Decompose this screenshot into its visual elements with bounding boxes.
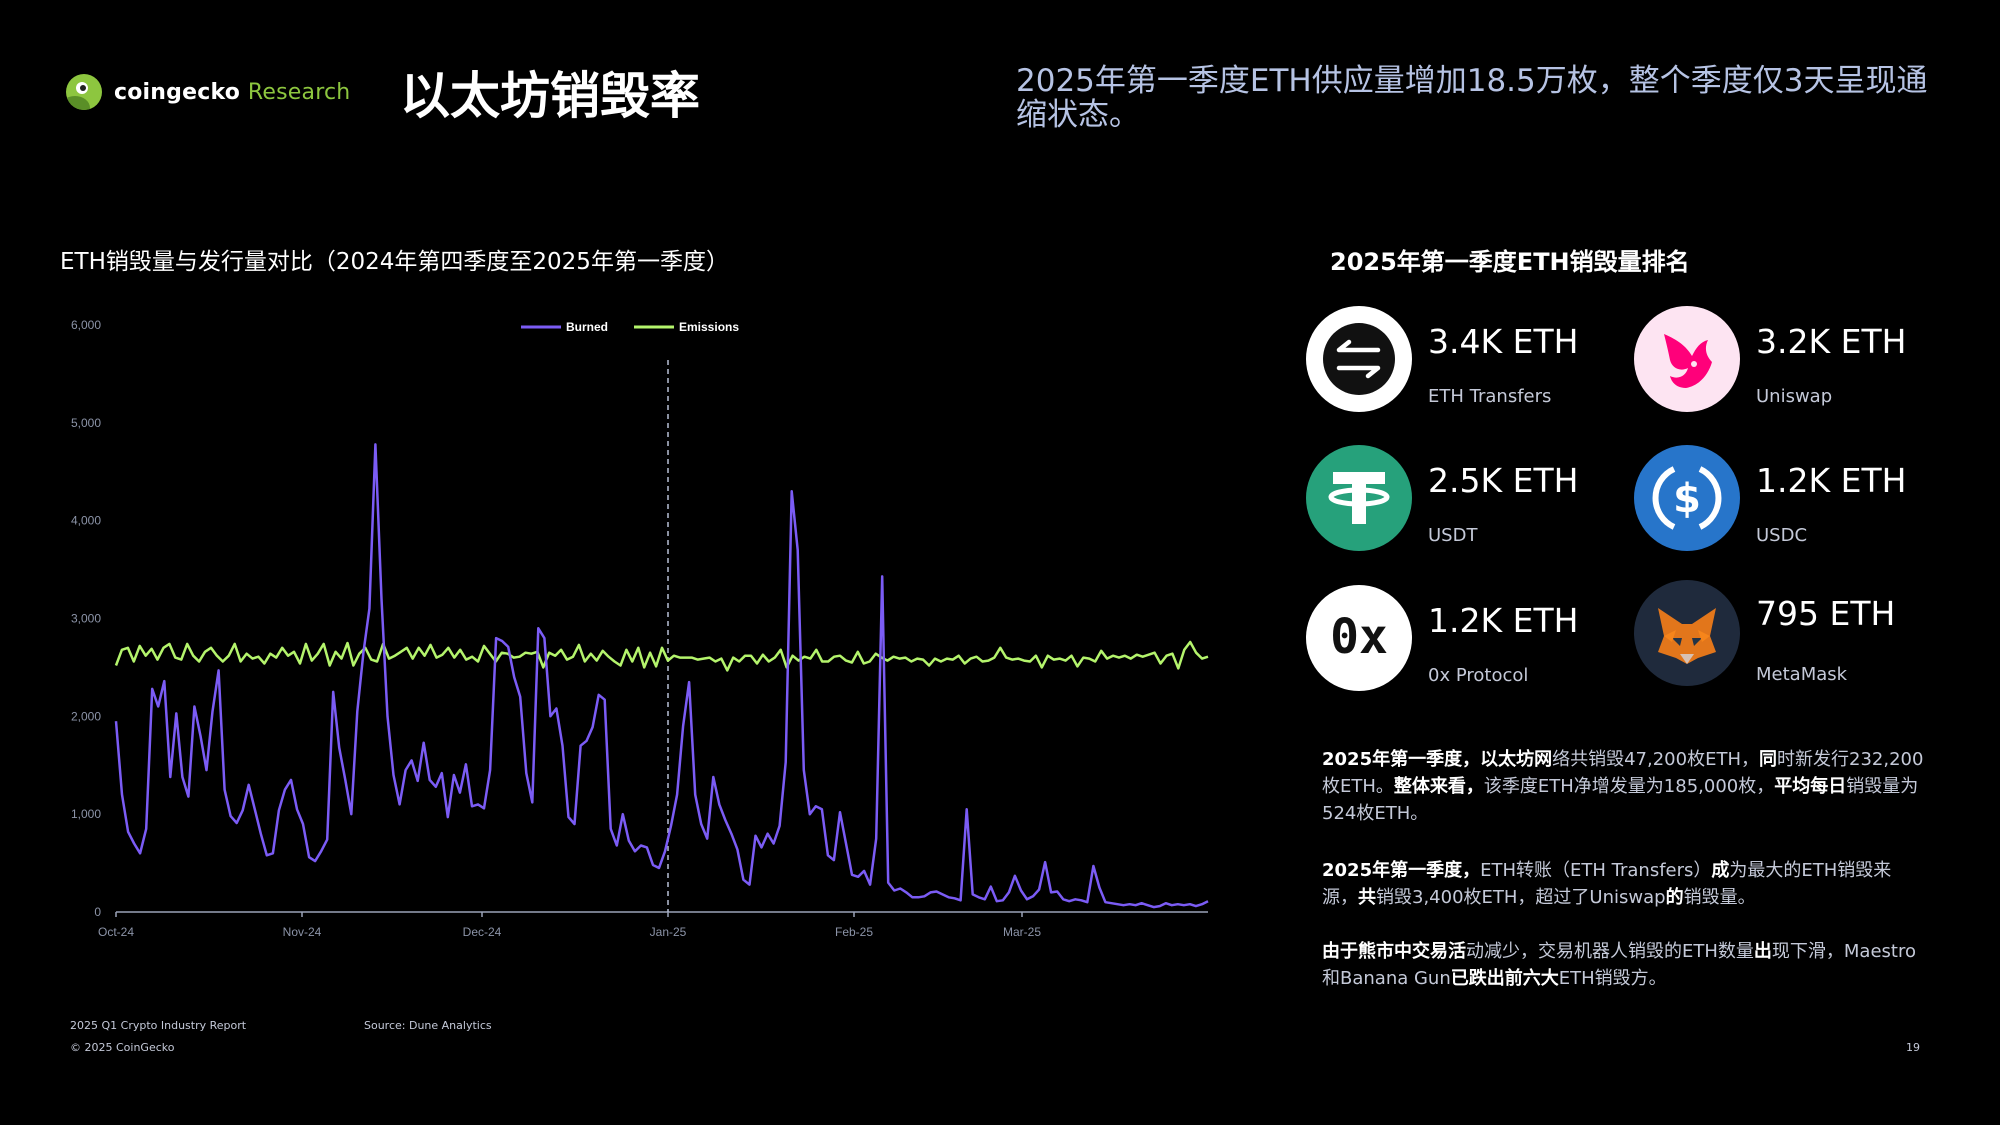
rank-label: ETH Transfers [1428, 386, 1552, 407]
footer-source: Source: Dune Analytics [364, 1019, 492, 1032]
series-line-emissions [114, 640, 1209, 672]
paragraph-emphasis: 共 [1358, 887, 1376, 908]
usdt-icon [1306, 445, 1412, 551]
footer-copyright: © 2025 CoinGecko [70, 1041, 175, 1054]
rank-label: Uniswap [1756, 386, 1833, 407]
x-axis: Oct-24 Nov-24 Dec-24 Jan-25 Feb-25 Mar-25 [98, 911, 1208, 939]
brand-logo[interactable]: coingecko Research [66, 74, 350, 110]
x-tick-label: Feb-25 [835, 925, 873, 939]
usdc-icon: $ [1634, 445, 1740, 551]
rank-value: 795 ETH [1756, 594, 1896, 633]
summary-paragraph-2: 2025年第一季度，ETH转账（ETH Transfers）成为最大的ETH销毁… [1322, 857, 1926, 911]
paragraph-text: 络共销毁47,200枚ETH， [1552, 749, 1759, 770]
brand-name: coingecko [114, 79, 241, 105]
x-tick-label: Dec-24 [463, 925, 502, 939]
paragraph-emphasis: 2025年第一季度， [1322, 749, 1481, 770]
x-tick-label: Jan-25 [650, 925, 687, 939]
paragraph-emphasis: 已跌出前六大 [1450, 968, 1559, 989]
y-tick-label: 0 [94, 905, 101, 919]
paragraph-text: ETH转账（ETH Transfers） [1480, 860, 1712, 881]
x-tick-label: Oct-24 [98, 925, 134, 939]
rank-item-usdt: 2.5K ETH USDT [1306, 445, 1636, 555]
0x-icon: 0x [1306, 585, 1412, 691]
paragraph-emphasis: 成 [1711, 860, 1730, 881]
rank-item-usdc: $ 1.2K ETH USDC [1634, 445, 1964, 555]
ranking-title: 2025年第一季度ETH销毁量排名 [1330, 248, 1690, 276]
rank-item-metamask: 795 ETH MetaMask [1634, 580, 1964, 690]
y-tick-label: 5,000 [71, 416, 101, 430]
paragraph-text: 该季度ETH净增发量为185,000枚， [1483, 776, 1775, 797]
x-tick-label: Mar-25 [1003, 925, 1041, 939]
rank-label: 0x Protocol [1428, 665, 1529, 686]
paragraph-emphasis: 由于熊市中交易活 [1322, 941, 1466, 962]
paragraph-emphasis: 整体来看， [1393, 776, 1484, 797]
legend-label-burned: Burned [566, 320, 608, 334]
eth-transfers-icon [1306, 306, 1412, 412]
y-tick-label: 2,000 [71, 709, 101, 723]
chart-legend: Burned Emissions [521, 320, 739, 334]
svg-text:0x: 0x [1330, 609, 1388, 665]
chart-title: ETH销毁量与发行量对比（2024年第四季度至2025年第一季度） [60, 249, 729, 275]
paragraph-text: 销毁量。 [1683, 887, 1756, 908]
page-title: 以太坊销毁率 [400, 67, 700, 125]
y-tick-label: 3,000 [71, 612, 101, 626]
svg-text:$: $ [1673, 476, 1701, 522]
rank-item-eth-transfers: 3.4K ETH ETH Transfers [1306, 306, 1636, 416]
y-tick-label: 1,000 [71, 807, 101, 821]
page-number: 19 [1906, 1041, 1920, 1054]
rank-value: 3.2K ETH [1756, 322, 1907, 361]
uniswap-icon [1634, 306, 1740, 412]
rank-item-uniswap: 3.2K ETH Uniswap [1634, 306, 1964, 416]
paragraph-text: 动减少，交易机器人销毁的ETH数量 [1466, 941, 1754, 962]
paragraph-emphasis: 的 [1665, 887, 1684, 908]
paragraph-text: ETH销毁方。 [1558, 968, 1667, 989]
brand-suffix: Research [247, 79, 351, 105]
burn-vs-emission-chart: 0 1,000 2,000 3,000 4,000 5,000 6,000 Oct-24 No… [71, 318, 1209, 939]
y-tick-label: 4,000 [71, 514, 101, 528]
rank-value: 2.5K ETH [1428, 461, 1579, 500]
rank-value: 1.2K ETH [1756, 461, 1907, 500]
footer-report: 2025 Q1 Crypto Industry Report [70, 1019, 247, 1032]
brand-wordmark: coingecko Research [114, 80, 350, 105]
summary-paragraph-3: 由于熊市中交易活动减少，交易机器人销毁的ETH数量出现下滑，Maestro和Ba… [1322, 938, 1926, 992]
headline: 2025年第一季度ETH供应量增加18.5万枚，整个季度仅3天呈现通缩状态。 [1016, 63, 1928, 133]
paragraph-emphasis: 同 [1759, 749, 1777, 770]
paragraph-emphasis: 出 [1753, 941, 1772, 962]
legend-label-emissions: Emissions [679, 320, 739, 334]
summary-paragraph-1: 2025年第一季度，以太坊网络共销毁47,200枚ETH，同时新发行232,20… [1322, 746, 1926, 827]
x-tick-label: Nov-24 [283, 925, 322, 939]
rank-label: MetaMask [1756, 664, 1848, 685]
y-axis: 0 1,000 2,000 3,000 4,000 5,000 6,000 [71, 318, 101, 919]
series-line-burned [114, 443, 1209, 909]
metamask-icon [1634, 580, 1740, 686]
rank-item-0x-protocol: 0x 1.2K ETH 0x Protocol [1306, 585, 1636, 695]
rank-label: USDT [1428, 525, 1478, 546]
rank-label: USDC [1756, 525, 1808, 546]
rank-value: 3.4K ETH [1428, 322, 1579, 361]
rank-value: 1.2K ETH [1428, 601, 1579, 640]
paragraph-text: 销毁3,400枚ETH，超过了Uniswap [1376, 887, 1666, 908]
paragraph-emphasis: 以太坊网 [1480, 749, 1553, 770]
gecko-icon [66, 74, 102, 110]
paragraph-emphasis: 2025年第一季度， [1322, 860, 1481, 881]
y-tick-label: 6,000 [71, 318, 101, 332]
paragraph-emphasis: 平均每日 [1774, 776, 1847, 797]
